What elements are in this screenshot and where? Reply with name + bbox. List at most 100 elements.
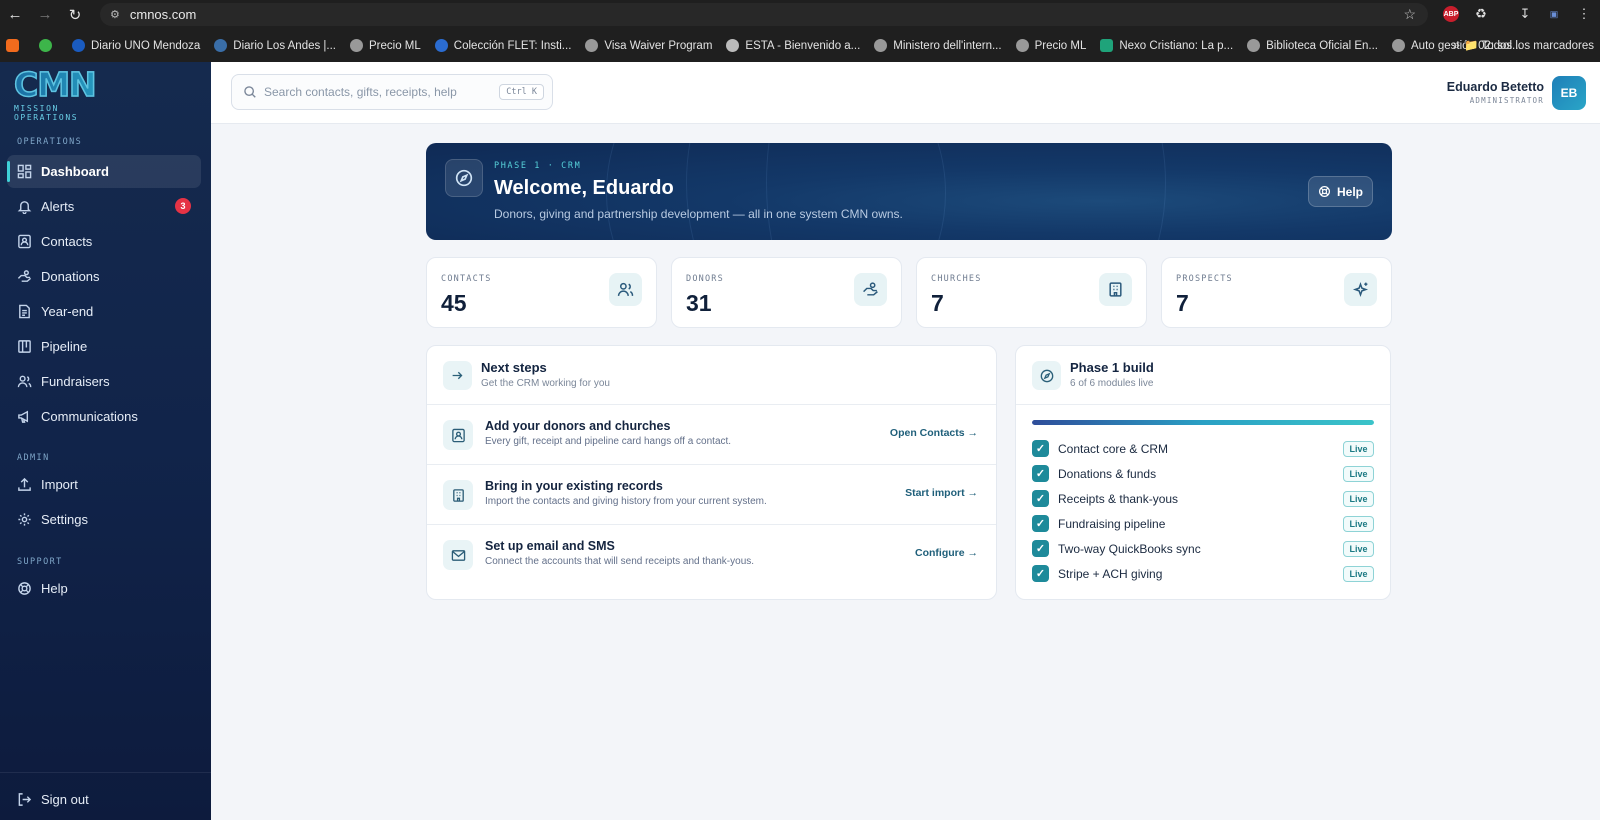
section-label-admin: ADMIN xyxy=(17,453,50,463)
configure-link[interactable]: Configure → xyxy=(915,547,978,559)
status-badge: Live xyxy=(1343,541,1374,557)
address-bar[interactable]: ⚙ cmnos.com ☆ xyxy=(100,3,1428,26)
sidebar-item-pipeline[interactable]: Pipeline xyxy=(7,330,201,363)
menu-dots-icon[interactable]: ⋮ xyxy=(1575,5,1593,23)
logo[interactable]: CMN MISSION OPERATIONS xyxy=(13,67,124,122)
stat-label: CONTACTS xyxy=(441,274,492,284)
bookmark-star-icon[interactable]: ☆ xyxy=(1403,6,1416,23)
module-row: ✓ Fundraising pipeline Live xyxy=(1032,514,1374,534)
browser-toolbar: ← → ↻ ⚙ cmnos.com ☆ ABP ♻ ↧ ▣ ⋮ xyxy=(0,0,1600,29)
status-badge: Live xyxy=(1343,516,1374,532)
forward-icon[interactable]: → xyxy=(30,0,60,29)
module-name: Receipts & thank-yous xyxy=(1058,492,1179,506)
search-placeholder: Search contacts, gifts, receipts, help xyxy=(264,85,457,99)
contact-icon xyxy=(17,234,32,249)
open-contacts-link[interactable]: Open Contacts → xyxy=(890,427,978,439)
bookmark-item[interactable]: Nexo Cristiano: La p... xyxy=(1100,39,1233,52)
dashboard-icon xyxy=(17,164,32,179)
module-name: Two-way QuickBooks sync xyxy=(1058,542,1201,556)
compass-icon xyxy=(445,159,483,197)
sidebar-item-donations[interactable]: Donations xyxy=(7,260,201,293)
stat-value: 7 xyxy=(931,290,944,316)
bookmark-item[interactable]: Diario UNO Mendoza xyxy=(72,39,200,52)
user-info[interactable]: Eduardo Betetto ADMINISTRATOR xyxy=(1447,80,1544,105)
module-row: ✓ Two-way QuickBooks sync Live xyxy=(1032,539,1374,559)
bookmarks-overflow-icon[interactable]: » xyxy=(1453,37,1460,52)
stat-card-prospects[interactable]: PROSPECTS 7 xyxy=(1161,257,1392,328)
page-title: Welcome, Eduardo xyxy=(494,177,674,199)
banner-description: Donors, giving and partnership developme… xyxy=(494,207,903,221)
section-label-operations: OPERATIONS xyxy=(17,137,83,147)
checkbox-checked-icon: ✓ xyxy=(1032,490,1049,507)
alerts-count-badge: 3 xyxy=(175,198,191,214)
start-import-link[interactable]: Start import → xyxy=(905,487,978,499)
step-import-records: Bring in your existing records Import th… xyxy=(427,465,996,525)
bookmark-item[interactable]: ESTA - Bienvenido a... xyxy=(726,39,860,52)
bell-icon xyxy=(17,199,32,214)
sidebar-item-communications[interactable]: Communications xyxy=(7,400,201,433)
avatar[interactable]: EB xyxy=(1552,76,1586,110)
card-title: Next steps xyxy=(481,360,547,375)
back-icon[interactable]: ← xyxy=(0,0,30,29)
module-name: Contact core & CRM xyxy=(1058,442,1169,456)
stat-card-donors[interactable]: DONORS 31 xyxy=(671,257,902,328)
section-label-support: SUPPORT xyxy=(17,557,63,567)
building-icon xyxy=(443,480,473,510)
url-text: cmnos.com xyxy=(129,7,197,22)
sidebar-item-contacts[interactable]: Contacts xyxy=(7,225,201,258)
help-button[interactable]: Help xyxy=(1308,176,1373,207)
sidebar-item-year-end[interactable]: Year-end xyxy=(7,295,201,328)
stat-card-churches[interactable]: CHURCHES 7 xyxy=(916,257,1147,328)
card-header: Phase 1 build 6 of 6 modules live xyxy=(1016,346,1390,405)
bookmark-item[interactable]: Visa Waiver Program xyxy=(585,39,712,52)
checkbox-checked-icon: ✓ xyxy=(1032,565,1049,582)
bookmark-item[interactable] xyxy=(39,39,58,52)
step-title: Bring in your existing records xyxy=(485,479,663,493)
app-topbar: Search contacts, gifts, receipts, help C… xyxy=(211,62,1600,124)
status-badge: Live xyxy=(1343,441,1374,457)
donation-icon xyxy=(854,273,887,306)
profile-extension-icon[interactable]: ▣ xyxy=(1545,5,1563,23)
extensions-icon[interactable]: ♻ xyxy=(1472,5,1490,23)
sidebar-item-help[interactable]: Help xyxy=(7,572,201,605)
sidebar-item-settings[interactable]: Settings xyxy=(7,503,201,536)
site-settings-icon[interactable]: ⚙ xyxy=(110,8,120,21)
reload-icon[interactable]: ↻ xyxy=(60,0,90,29)
sidebar-item-import[interactable]: Import xyxy=(7,468,201,501)
card-title: Phase 1 build xyxy=(1070,360,1154,375)
bookmark-item[interactable]: Precio ML xyxy=(350,39,421,52)
stat-card-contacts[interactable]: CONTACTS 45 xyxy=(426,257,657,328)
stat-label: CHURCHES xyxy=(931,274,982,284)
module-row: ✓ Donations & funds Live xyxy=(1032,464,1374,484)
step-email-sms: Set up email and SMS Connect the account… xyxy=(427,525,996,585)
bookmark-item[interactable]: Ministero dell'intern... xyxy=(874,39,1002,52)
sidebar-item-fundraisers[interactable]: Fundraisers xyxy=(7,365,201,398)
phase-progress-bar xyxy=(1032,420,1374,425)
bookmark-item[interactable] xyxy=(6,39,25,52)
sidebar-item-dashboard[interactable]: Dashboard xyxy=(7,155,201,188)
step-title: Add your donors and churches xyxy=(485,419,671,433)
lifebuoy-icon xyxy=(17,581,32,596)
module-name: Donations & funds xyxy=(1058,467,1157,481)
download-icon[interactable]: ↧ xyxy=(1516,5,1534,23)
upload-icon xyxy=(17,477,32,492)
step-description: Every gift, receipt and pipeline card ha… xyxy=(485,436,732,447)
abp-extension-icon[interactable]: ABP xyxy=(1443,6,1459,22)
bookmark-item[interactable]: Diario Los Andes |... xyxy=(214,39,336,52)
megaphone-icon xyxy=(17,409,32,424)
bookmark-item[interactable]: Biblioteca Oficial En... xyxy=(1247,39,1378,52)
sidebar: CMN MISSION OPERATIONS OPERATIONS Dashbo… xyxy=(0,62,211,820)
search-input[interactable]: Search contacts, gifts, receipts, help C… xyxy=(231,74,553,110)
search-icon xyxy=(243,85,257,99)
progress-fill xyxy=(1032,420,1374,425)
checkbox-checked-icon: ✓ xyxy=(1032,465,1049,482)
stat-value: 45 xyxy=(441,290,467,316)
sidebar-item-alerts[interactable]: Alerts 3 xyxy=(7,190,201,223)
sign-out-button[interactable]: Sign out xyxy=(7,783,201,816)
step-title: Set up email and SMS xyxy=(485,539,615,553)
card-header: Next steps Get the CRM working for you xyxy=(427,346,996,405)
bookmark-item[interactable]: Colección FLET: Insti... xyxy=(434,39,571,52)
all-bookmarks-folder[interactable]: 📁 Todos los marcadores xyxy=(1464,38,1594,52)
stat-label: DONORS xyxy=(686,274,724,284)
bookmark-item[interactable]: Precio ML xyxy=(1015,39,1086,52)
